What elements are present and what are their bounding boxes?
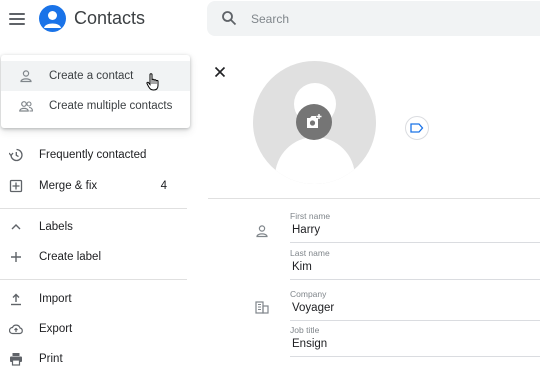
add-photo-icon <box>307 114 322 128</box>
sidebar-item-print[interactable]: Print <box>0 346 187 372</box>
sidebar-item-create-label[interactable]: Create label <box>0 244 187 270</box>
first-name-field[interactable]: First name Harry <box>290 209 540 243</box>
create-contact-menu: Create a contact Create multiple contact… <box>1 55 190 128</box>
sidebar-item-label: Export <box>39 323 73 335</box>
sidebar-item-label: Labels <box>39 221 73 233</box>
search-icon[interactable] <box>221 10 237 26</box>
history-icon <box>9 148 23 162</box>
plus-icon <box>11 252 21 262</box>
field-label: Last name <box>290 248 330 258</box>
menu-item-label: Create a contact <box>49 70 134 82</box>
app-title: Contacts <box>74 8 146 28</box>
sidebar-divider <box>0 208 187 209</box>
search-input[interactable] <box>251 9 521 29</box>
main-menu-button[interactable] <box>6 9 28 29</box>
contacts-logo-icon <box>39 5 66 32</box>
menu-item-create-contact[interactable]: Create a contact <box>1 61 190 91</box>
cloud-upload-icon <box>9 324 23 335</box>
menu-line <box>9 13 25 15</box>
building-icon <box>255 301 269 314</box>
merge-icon <box>9 179 23 193</box>
people-icon <box>19 101 33 112</box>
close-icon[interactable] <box>212 64 228 80</box>
sidebar-item-frequently-contacted[interactable]: Frequently contacted <box>0 142 187 168</box>
menu-item-label: Create multiple contacts <box>49 100 173 112</box>
chevron-up-icon <box>11 224 21 230</box>
merge-count-badge: 4 <box>160 180 167 192</box>
sidebar-item-label: Print <box>39 353 63 365</box>
avatar-body <box>275 137 355 184</box>
field-label: Company <box>290 289 327 299</box>
company-field[interactable]: Company Voyager <box>290 287 540 321</box>
sidebar-item-label: Import <box>39 293 72 305</box>
company-input[interactable]: Voyager <box>290 299 540 320</box>
sidebar-item-export[interactable]: Export <box>0 316 187 342</box>
first-name-input[interactable]: Harry <box>290 221 540 242</box>
last-name-input[interactable]: Kim <box>290 258 540 279</box>
job-title-input[interactable]: Ensign <box>290 335 540 356</box>
person-icon <box>20 70 32 83</box>
last-name-field[interactable]: Last name Kim <box>290 246 540 280</box>
sidebar-divider <box>0 279 187 280</box>
sidebar-item-merge-fix[interactable]: Merge & fix 4 <box>0 173 187 199</box>
person-icon <box>256 225 268 238</box>
printer-icon <box>10 353 22 366</box>
field-label: Job title <box>290 325 320 335</box>
sidebar-item-label: Create label <box>39 251 102 263</box>
editor-divider <box>208 198 540 199</box>
add-label-button[interactable] <box>405 116 429 140</box>
menu-line <box>9 18 25 20</box>
add-photo-button[interactable] <box>296 104 332 140</box>
upload-icon <box>11 293 21 306</box>
sidebar-item-import[interactable]: Import <box>0 286 187 312</box>
field-label: First name <box>290 211 331 221</box>
label-icon <box>410 123 424 133</box>
sidebar-labels-header[interactable]: Labels <box>0 214 187 240</box>
job-title-field[interactable]: Job title Ensign <box>290 323 540 357</box>
menu-item-create-multiple-contacts[interactable]: Create multiple contacts <box>1 91 190 121</box>
search-bar[interactable] <box>207 1 540 36</box>
menu-line <box>9 23 25 25</box>
sidebar-item-label: Merge & fix <box>39 180 98 192</box>
hand-cursor-icon <box>146 73 159 91</box>
sidebar-item-label: Frequently contacted <box>39 149 147 161</box>
